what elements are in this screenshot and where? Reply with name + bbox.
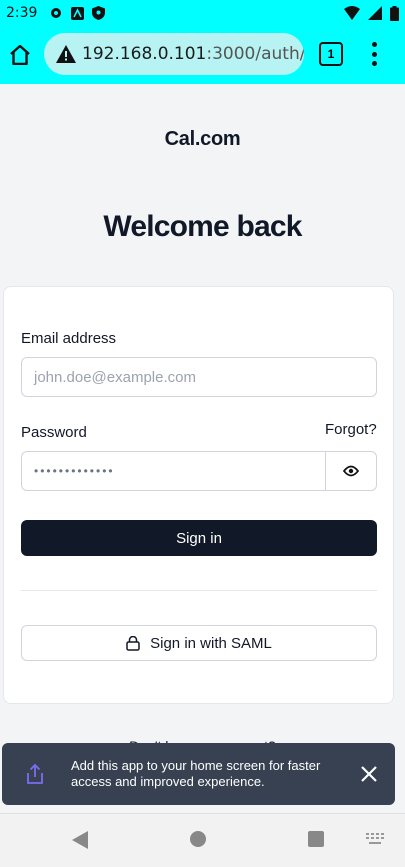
- home-icon: [10, 45, 30, 65]
- forgot-password-link[interactable]: Forgot?: [325, 421, 377, 438]
- eye-icon: [343, 465, 359, 477]
- url-path: :3000/auth/log: [206, 44, 304, 64]
- saml-label: Sign in with SAML: [150, 634, 272, 652]
- address-bar[interactable]: 192.168.0.101:3000/auth/log: [44, 33, 304, 75]
- page-title: Welcome back: [103, 210, 302, 243]
- signal-icon: [368, 6, 382, 20]
- settings-icon: [51, 8, 62, 18]
- spacer: [0, 805, 405, 813]
- login-card: Email address john.doe@example.com Passw…: [3, 286, 394, 704]
- battery-icon: [390, 5, 399, 21]
- home-button[interactable]: [0, 35, 40, 75]
- divider: [21, 590, 377, 591]
- browser-toolbar: 192.168.0.101:3000/auth/log 1: [0, 26, 405, 84]
- home-circle-icon[interactable]: [190, 831, 206, 847]
- password-field[interactable]: •••••••••••••: [21, 451, 377, 491]
- menu-dot-icon: [371, 61, 377, 66]
- url-host: 192.168.0.101: [82, 44, 207, 64]
- lock-icon: [126, 635, 140, 651]
- app-notification-icon: [71, 6, 85, 20]
- menu-dot-icon: [371, 42, 377, 47]
- wifi-icon: [344, 6, 360, 20]
- password-masked-value: •••••••••••••: [34, 464, 115, 478]
- keyboard-icon[interactable]: [366, 833, 384, 845]
- email-label: Email address: [21, 330, 117, 347]
- menu-dot-icon: [371, 51, 377, 57]
- install-app-banner: Add this app to your home screen for fas…: [2, 743, 395, 805]
- status-bar: 2:39: [0, 0, 405, 26]
- email-placeholder: john.doe@example.com: [34, 368, 196, 386]
- shield-icon: [92, 6, 106, 20]
- status-time: 2:39: [6, 5, 38, 21]
- share-icon: [27, 763, 43, 784]
- recent-apps-icon[interactable]: [308, 831, 324, 847]
- password-label: Password: [21, 424, 87, 441]
- overflow-menu-button[interactable]: [364, 38, 384, 70]
- tab-switcher-button[interactable]: 1: [319, 42, 343, 66]
- email-field[interactable]: john.doe@example.com: [21, 357, 377, 397]
- brand-logo: Cal.com: [164, 128, 241, 150]
- show-password-button[interactable]: [325, 452, 376, 490]
- install-banner-message: Add this app to your home screen for fas…: [71, 758, 321, 789]
- system-navigation-bar: [0, 813, 405, 867]
- saml-sign-in-button[interactable]: Sign in with SAML: [21, 625, 377, 661]
- sign-in-button[interactable]: Sign in: [21, 520, 377, 556]
- back-icon[interactable]: [72, 831, 88, 849]
- warning-icon[interactable]: [56, 45, 76, 63]
- close-icon[interactable]: [359, 764, 379, 784]
